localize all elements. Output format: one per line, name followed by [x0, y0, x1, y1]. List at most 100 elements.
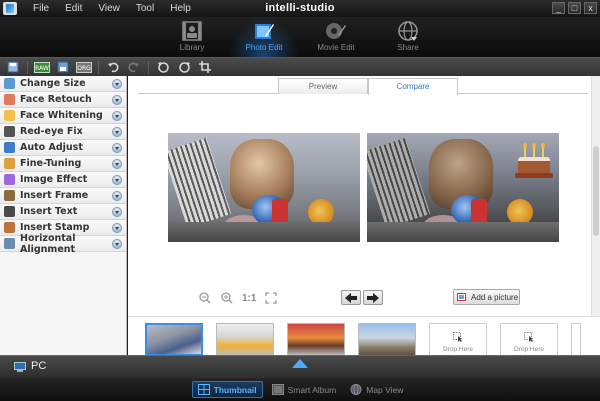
close-button[interactable]: x: [584, 2, 597, 14]
original-photo: [168, 133, 360, 242]
undo-icon[interactable]: [104, 60, 122, 75]
save-as-icon[interactable]: [54, 60, 72, 75]
red-eye-icon: [4, 126, 15, 137]
expand-chevron-icon[interactable]: [112, 94, 122, 105]
expand-chevron-icon[interactable]: [112, 238, 122, 249]
rotate-left-icon[interactable]: [154, 60, 172, 75]
pc-icon: [14, 362, 26, 372]
expand-chevron-icon[interactable]: [112, 190, 122, 201]
drop-here-slot[interactable]: Drop Here: [500, 323, 558, 356]
tool-item-label: Face Retouch: [20, 94, 92, 105]
fine-tuning-icon: [4, 158, 15, 169]
filmstrip-thumbnail[interactable]: [358, 323, 416, 356]
next-photo-button[interactable]: [363, 290, 383, 305]
maximize-button[interactable]: □: [568, 2, 581, 14]
edited-photo: [367, 133, 559, 242]
insert-stamp-icon: [4, 222, 15, 233]
view-map-view-button[interactable]: Map View: [345, 381, 408, 398]
tool-item-label: Fine-Tuning: [20, 158, 82, 169]
add-picture-label: Add a picture: [471, 292, 519, 302]
expand-chevron-icon[interactable]: [112, 174, 122, 185]
tool-item-insert-text[interactable]: Insert Text: [0, 204, 126, 220]
mode-tab-share[interactable]: Share: [373, 17, 443, 57]
tool-item-insert-frame[interactable]: Insert Frame: [0, 188, 126, 204]
menu-view[interactable]: View: [90, 0, 128, 17]
view-label: Thumbnail: [213, 384, 257, 395]
menu-tool[interactable]: Tool: [128, 0, 162, 17]
raw-icon[interactable]: RAW: [33, 60, 51, 75]
share-icon: [398, 21, 418, 41]
expand-chevron-icon[interactable]: [112, 110, 122, 121]
drop-cursor-icon: [453, 332, 462, 342]
tool-item-change-size[interactable]: Change Size: [0, 76, 126, 92]
add-picture-icon: [457, 293, 466, 301]
tool-item-label: Insert Stamp: [20, 222, 90, 233]
insert-frame-icon: [4, 190, 15, 201]
image-effect-icon: [4, 174, 15, 185]
filmstrip-thumbnail[interactable]: [287, 323, 345, 356]
expand-chevron-icon[interactable]: [112, 142, 122, 153]
expand-chevron-icon[interactable]: [112, 78, 122, 89]
drop-here-slot[interactable]: [571, 323, 581, 356]
menu-help[interactable]: Help: [162, 0, 199, 17]
view-smart-album-button[interactable]: Smart Album: [267, 381, 342, 398]
minimize-button[interactable]: _: [552, 2, 565, 14]
redo-icon[interactable]: [125, 60, 143, 75]
mode-label: Movie Edit: [317, 43, 355, 52]
photo-edit-icon: [255, 24, 274, 39]
filmstrip-thumbnail[interactable]: [216, 323, 274, 356]
app-logo-icon[interactable]: [3, 2, 17, 15]
fit-to-screen-icon[interactable]: [264, 291, 278, 305]
org-label: ORG: [77, 65, 91, 72]
expand-panel-icon[interactable]: [292, 359, 308, 368]
mode-tab-movie-edit[interactable]: Movie Edit: [301, 17, 371, 57]
actual-size-button[interactable]: 1:1: [242, 293, 256, 304]
raw-label: RAW: [35, 65, 49, 72]
expand-chevron-icon[interactable]: [112, 158, 122, 169]
arrow-right-icon: [367, 292, 379, 303]
menu-edit[interactable]: Edit: [57, 0, 90, 17]
crop-icon[interactable]: [196, 60, 214, 75]
add-picture-button[interactable]: Add a picture: [453, 289, 520, 305]
face-whitening-icon: [4, 110, 15, 121]
zoom-in-icon[interactable]: [220, 291, 234, 305]
toolbar-separator: [148, 60, 149, 74]
drop-here-slot[interactable]: Drop Here: [429, 323, 487, 356]
edit-toolbar: RAW ORG: [0, 57, 600, 76]
tool-item-fine-tuning[interactable]: Fine-Tuning: [0, 156, 126, 172]
zoom-out-icon[interactable]: [198, 291, 212, 305]
mode-label: Library: [179, 43, 205, 52]
mode-tab-library[interactable]: Library: [157, 17, 227, 57]
movie-edit-icon: [326, 23, 346, 39]
smart-album-icon: [271, 384, 284, 395]
tool-item-face-whitening[interactable]: Face Whitening: [0, 108, 126, 124]
zoom-controls: 1:1: [198, 291, 278, 305]
rotate-right-icon[interactable]: [175, 60, 193, 75]
mode-tab-photo-edit[interactable]: Photo Edit: [229, 17, 299, 57]
filmstrip-thumbnail[interactable]: [145, 323, 203, 356]
tool-item-horizontal-alignment[interactable]: Horizontal Alignment: [0, 233, 126, 255]
tool-item-label: Auto Adjust: [20, 142, 83, 153]
tab-compare[interactable]: Compare: [368, 78, 458, 95]
save-icon[interactable]: [4, 60, 22, 75]
expand-chevron-icon[interactable]: [112, 222, 122, 233]
tab-preview[interactable]: Preview: [278, 78, 368, 94]
view-thumbnail-button[interactable]: Thumbnail: [191, 381, 263, 398]
edit-tools-panel: Change Size Face Retouch Face Whitening Red…: [0, 76, 127, 355]
tool-item-face-retouch[interactable]: Face Retouch: [0, 92, 126, 108]
tool-item-red-eye-fix[interactable]: Red-eye Fix: [0, 124, 126, 140]
original-size-icon[interactable]: ORG: [75, 60, 93, 75]
view-mode-bar: Thumbnail Smart Album Map View: [0, 378, 600, 401]
tool-item-auto-adjust[interactable]: Auto Adjust: [0, 140, 126, 156]
device-bar: PC: [0, 355, 600, 378]
tool-item-image-effect[interactable]: Image Effect: [0, 172, 126, 188]
view-label: Map View: [366, 384, 404, 395]
tool-item-label: Insert Text: [20, 206, 78, 217]
previous-photo-button[interactable]: [341, 290, 361, 305]
expand-chevron-icon[interactable]: [112, 206, 122, 217]
scrollbar-thumb[interactable]: [593, 146, 599, 236]
expand-chevron-icon[interactable]: [112, 126, 122, 137]
main-vertical-scrollbar[interactable]: [591, 76, 600, 316]
thumbnail-icon: [197, 384, 210, 395]
menu-file[interactable]: File: [25, 0, 57, 17]
